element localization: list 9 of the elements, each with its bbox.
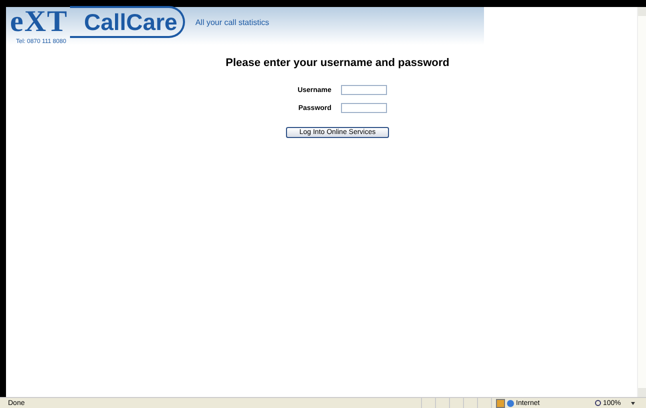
logo-name: CallCare: [70, 6, 186, 38]
input-field[interactable]: [341, 103, 388, 113]
protected-mode-icon: [496, 398, 505, 408]
input-field[interactable]: [341, 85, 388, 95]
login-heading: Please enter your username and password: [226, 57, 450, 69]
tagline: All your call statistics: [195, 18, 270, 26]
globe-icon: [507, 400, 514, 406]
logo-mark: eXT: [10, 7, 68, 37]
caret-icon: [630, 402, 635, 404]
